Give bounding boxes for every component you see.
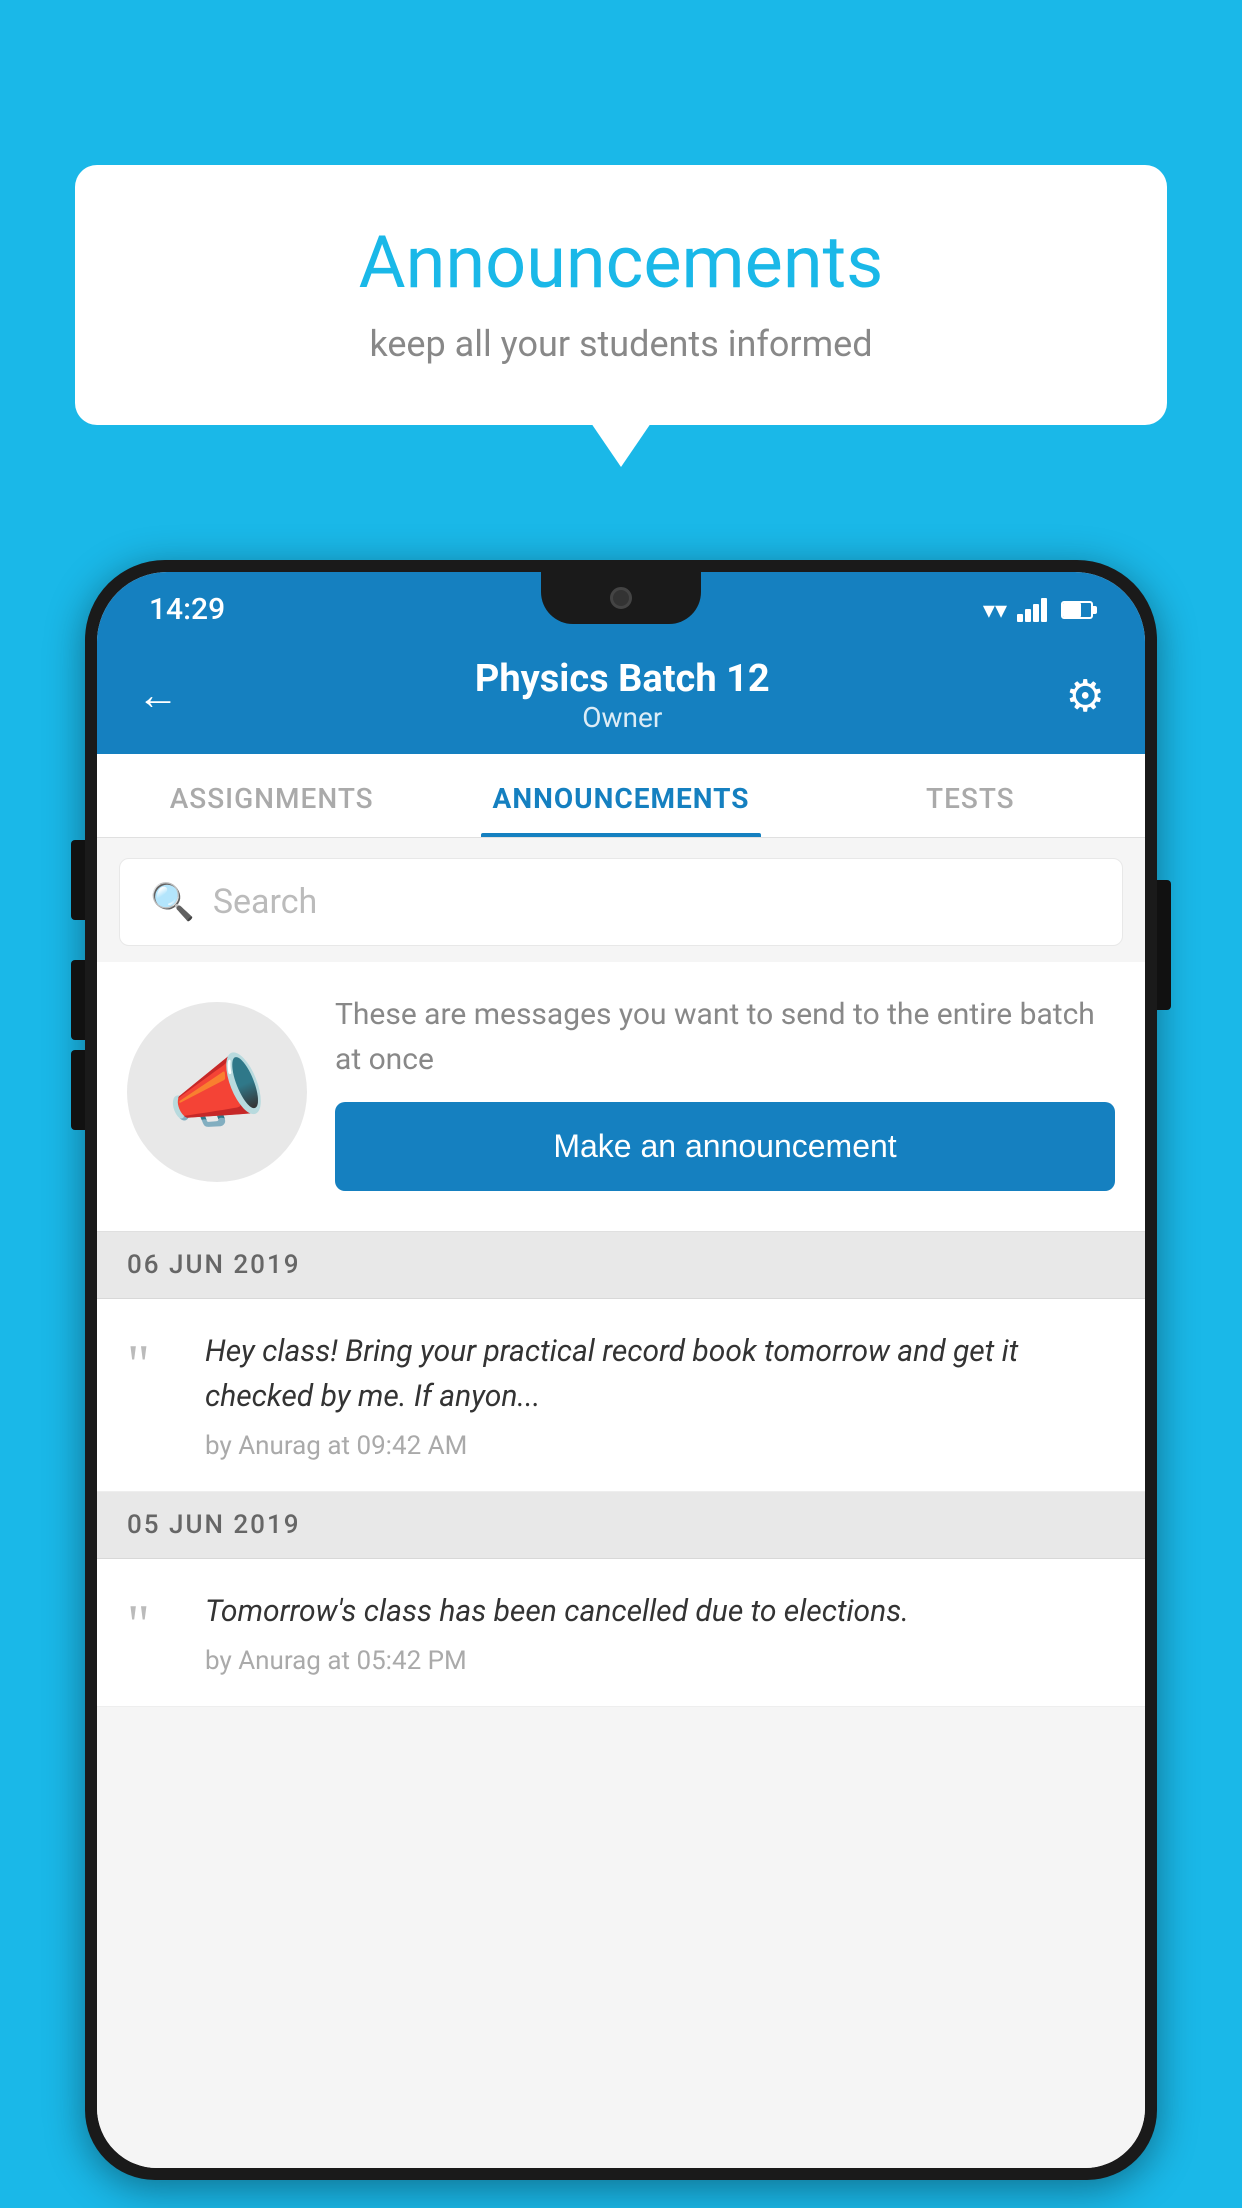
quote-icon-2: " bbox=[127, 1589, 177, 1653]
announcement-text-1: Hey class! Bring your practical record b… bbox=[205, 1329, 1115, 1419]
phone-screen: 14:29 ▾▾ bbox=[97, 572, 1145, 2168]
promo-card: 📣 These are messages you want to send to… bbox=[97, 962, 1145, 1232]
quote-icon-1: " bbox=[127, 1329, 177, 1393]
batch-role: Owner bbox=[179, 701, 1066, 734]
announcement-meta-1: by Anurag at 09:42 AM bbox=[205, 1431, 1115, 1461]
announcement-text-2: Tomorrow's class has been cancelled due … bbox=[205, 1589, 1115, 1634]
search-bar[interactable]: 🔍 Search bbox=[119, 858, 1123, 946]
back-button[interactable]: ← bbox=[137, 671, 179, 720]
bubble-subtitle: keep all your students informed bbox=[135, 323, 1107, 365]
status-time: 14:29 bbox=[149, 592, 225, 627]
announcement-item-2[interactable]: " Tomorrow's class has been cancelled du… bbox=[97, 1559, 1145, 1707]
notch bbox=[541, 572, 701, 624]
promo-right: These are messages you want to send to t… bbox=[335, 992, 1115, 1191]
megaphone-icon: 📣 bbox=[167, 1045, 267, 1139]
make-announcement-button[interactable]: Make an announcement bbox=[335, 1102, 1115, 1191]
speech-bubble-card: Announcements keep all your students inf… bbox=[75, 165, 1167, 425]
batch-title: Physics Batch 12 bbox=[179, 657, 1066, 701]
settings-icon[interactable]: ⚙ bbox=[1066, 670, 1105, 722]
content-area: 🔍 Search 📣 These are messages you want t… bbox=[97, 838, 1145, 2168]
announcement-item-1[interactable]: " Hey class! Bring your practical record… bbox=[97, 1299, 1145, 1492]
bubble-title: Announcements bbox=[135, 220, 1107, 305]
speech-bubble-section: Announcements keep all your students inf… bbox=[75, 165, 1167, 425]
tab-assignments[interactable]: ASSIGNMENTS bbox=[97, 754, 446, 837]
header-title-block: Physics Batch 12 Owner bbox=[179, 657, 1066, 734]
announcement-content-2: Tomorrow's class has been cancelled due … bbox=[205, 1589, 1115, 1676]
wifi-icon: ▾▾ bbox=[983, 596, 1007, 624]
date-separator-2: 05 JUN 2019 bbox=[97, 1492, 1145, 1559]
tab-announcements[interactable]: ANNOUNCEMENTS bbox=[446, 754, 795, 837]
date-separator-1: 06 JUN 2019 bbox=[97, 1232, 1145, 1299]
search-icon: 🔍 bbox=[150, 881, 195, 923]
announcement-content-1: Hey class! Bring your practical record b… bbox=[205, 1329, 1115, 1461]
battery-icon bbox=[1061, 601, 1093, 619]
signal-icon bbox=[1017, 598, 1047, 622]
camera bbox=[610, 587, 632, 609]
status-icons: ▾▾ bbox=[983, 596, 1093, 624]
phone-frame: 14:29 ▾▾ bbox=[85, 560, 1157, 2180]
search-placeholder: Search bbox=[213, 882, 317, 922]
tab-tests[interactable]: TESTS bbox=[796, 754, 1145, 837]
megaphone-circle: 📣 bbox=[127, 1002, 307, 1182]
promo-description: These are messages you want to send to t… bbox=[335, 992, 1115, 1082]
app-header: ← Physics Batch 12 Owner ⚙ bbox=[97, 637, 1145, 754]
announcement-meta-2: by Anurag at 05:42 PM bbox=[205, 1646, 1115, 1676]
tab-bar: ASSIGNMENTS ANNOUNCEMENTS TESTS bbox=[97, 754, 1145, 838]
phone-container: 14:29 ▾▾ bbox=[85, 560, 1157, 2208]
